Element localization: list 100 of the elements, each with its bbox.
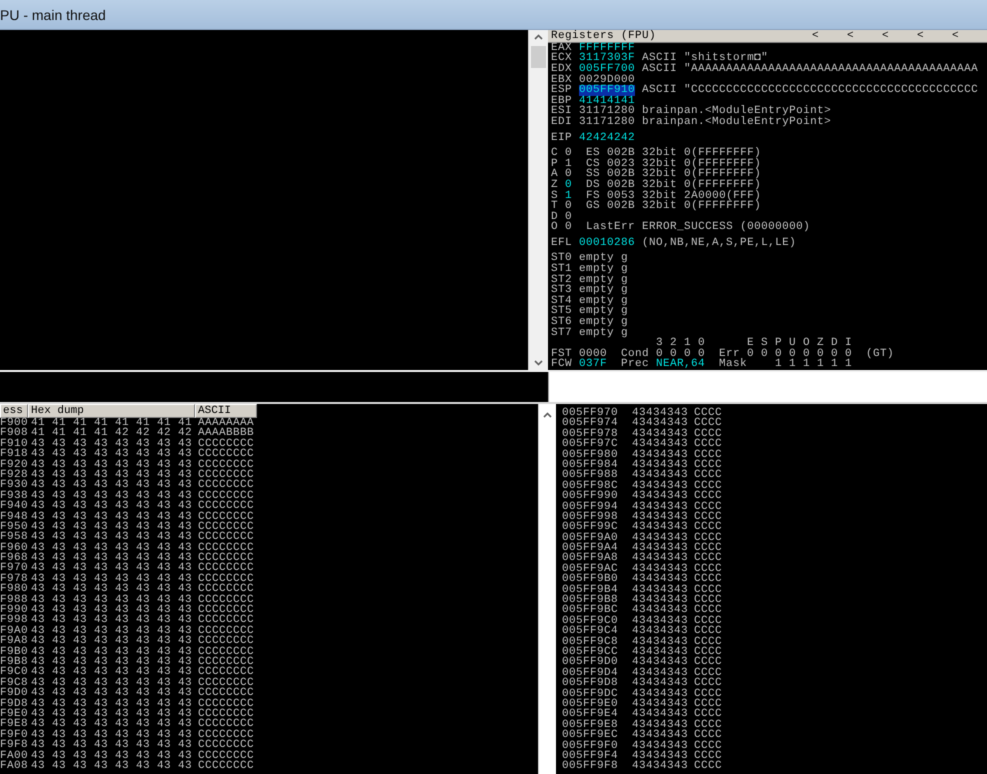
dump-address: F950 xyxy=(0,522,30,532)
column-header[interactable]: ASCII xyxy=(195,404,257,418)
flag-name: T xyxy=(551,201,560,212)
dump-address: F940 xyxy=(0,501,30,512)
dump-address: F9D8 xyxy=(0,698,30,709)
dump-address: FA00 xyxy=(0,750,30,761)
dump-hex: 43 43 43 43 43 43 43 43 xyxy=(31,740,194,750)
register-name: ST7 xyxy=(551,328,574,338)
flag-detail: ES 002B 32bit 0(FFFFFFFF) xyxy=(586,148,762,159)
stack-address: 005FF9D4 xyxy=(562,668,620,678)
dump-ascii: CCCCCCCC xyxy=(198,460,254,470)
stack-comment: CCCC xyxy=(694,470,722,481)
stack-comment: CCCC xyxy=(694,698,722,710)
register-value: 005FF910 xyxy=(579,85,636,96)
flag-value: 0 xyxy=(565,222,572,233)
fpu-status-text: Cond xyxy=(621,348,650,360)
stack-comment: CCCC xyxy=(694,626,722,637)
dump-address: F9B0 xyxy=(0,646,30,657)
fpu-status-text: Mask xyxy=(719,359,748,370)
scrollbar[interactable] xyxy=(538,404,556,774)
dump-hex: 43 43 43 43 43 43 43 43 xyxy=(31,512,194,522)
stack-address: 005FF988 xyxy=(562,470,620,481)
register-name: EAX xyxy=(551,42,574,54)
stack-comment: CCCC xyxy=(694,543,722,554)
dump-hex: 43 43 43 43 43 43 43 43 xyxy=(31,636,194,647)
flag-value: 0 xyxy=(565,180,572,190)
stack-value: 43434343 xyxy=(632,657,690,668)
dump-address: F980 xyxy=(0,584,30,595)
register-value: 005FF700 xyxy=(579,64,636,75)
register-comment: ASCII "AAAAAAAAAAAAAAAAAAAAAAAAAAAAAAAAAAAAAAAAA xyxy=(642,64,978,75)
stack-value: 43434343 xyxy=(632,709,690,720)
stack-address: 005FF9A0 xyxy=(562,532,620,544)
dump-ascii: AAAAAAAA xyxy=(198,418,254,428)
stack-address: 005FF984 xyxy=(562,460,620,470)
stack-comment: CCCC xyxy=(694,480,722,492)
register-name: EDX xyxy=(551,64,574,75)
dump-hex: 43 43 43 43 43 43 43 43 xyxy=(31,480,194,491)
register-name: EBP xyxy=(551,96,574,106)
dump-ascii: CCCCCCCC xyxy=(198,708,254,720)
stack-value: 43434343 xyxy=(632,460,690,470)
dump-address: F998 xyxy=(0,615,30,626)
stack-address: 005FF99C xyxy=(562,522,620,533)
register-comment: empty g xyxy=(579,253,628,264)
stack-comment: CCCC xyxy=(694,678,722,689)
register-value: 42424242 xyxy=(579,132,636,144)
stack-value: 43434343 xyxy=(632,408,690,418)
scroll-thumb[interactable] xyxy=(531,46,546,68)
register-value: 41414141 xyxy=(579,96,636,106)
dump-address: F9E8 xyxy=(0,719,30,730)
dump-ascii: CCCCCCCC xyxy=(198,678,254,688)
dump-address: FA08 xyxy=(0,760,30,772)
scroll-down-icon[interactable] xyxy=(534,360,543,366)
register-comment: empty g xyxy=(579,285,628,296)
fpu-status-text: (GT) xyxy=(866,348,894,360)
stack-comment: CCCC xyxy=(694,595,722,606)
stack-comment: CCCC xyxy=(694,668,722,678)
register-name: ST6 xyxy=(551,317,574,328)
dump-address: F910 xyxy=(0,438,30,450)
dump-ascii: CCCCCCCC xyxy=(198,750,254,761)
stack-address: 005FF9C0 xyxy=(562,616,620,626)
dump-hex: 43 43 43 43 43 43 43 43 xyxy=(31,646,194,657)
dump-ascii: CCCCCCCC xyxy=(198,605,254,616)
stack-value: 43434343 xyxy=(632,605,690,616)
stack-address: 005FF9CC xyxy=(562,646,620,658)
stack-value: 43434343 xyxy=(632,543,690,554)
dump-hex: 41 41 41 41 42 42 42 42 xyxy=(31,428,194,439)
fpu-status-text: FST xyxy=(551,348,572,360)
fpu-status-text: NEAR,64 xyxy=(656,359,706,370)
dump-ascii: CCCCCCCC xyxy=(198,646,254,657)
dump-ascii: CCCCCCCC xyxy=(198,512,254,522)
stack-value: 43434343 xyxy=(632,439,690,450)
register-value: 31171280 xyxy=(579,116,636,128)
register-name: ESI xyxy=(551,106,574,117)
stack-address: 005FF9DC xyxy=(562,688,620,699)
scroll-up-icon[interactable] xyxy=(534,34,543,40)
stack-value: 43434343 xyxy=(632,512,690,522)
stack-comment: CCCC xyxy=(694,439,722,450)
scroll-up-icon[interactable] xyxy=(543,412,552,418)
flag-detail: GS 002B 32bit 0(FFFFFFFF) xyxy=(586,201,762,212)
dump-ascii: CCCCCCCC xyxy=(198,480,254,491)
stack-comment: CCCC xyxy=(694,553,722,564)
dump-ascii: CCCCCCCC xyxy=(198,667,254,678)
stack-address: 005FF9BC xyxy=(562,605,620,616)
stack-value: 43434343 xyxy=(632,522,690,533)
column-header[interactable]: ess xyxy=(0,404,28,418)
dump-hex: 43 43 43 43 43 43 43 43 xyxy=(31,698,194,709)
scrollbar[interactable] xyxy=(528,30,548,370)
fpu-status-text: Prec xyxy=(621,359,650,370)
dump-address: F970 xyxy=(0,563,30,574)
stack-comment: CCCC xyxy=(694,512,722,522)
flag-name: A xyxy=(551,169,560,180)
register-value: 0029D000 xyxy=(579,74,636,86)
dump-hex: 43 43 43 43 43 43 43 43 xyxy=(31,470,194,480)
dump-ascii: CCCCCCCC xyxy=(198,740,254,750)
stack-value: 43434343 xyxy=(632,595,690,606)
column-header[interactable]: Hex dump xyxy=(28,404,195,418)
dump-address: F948 xyxy=(0,512,30,522)
dump-ascii: CCCCCCCC xyxy=(198,698,254,709)
dump-hex: 43 43 43 43 43 43 43 43 xyxy=(31,730,194,740)
flag-name: P xyxy=(551,158,560,170)
